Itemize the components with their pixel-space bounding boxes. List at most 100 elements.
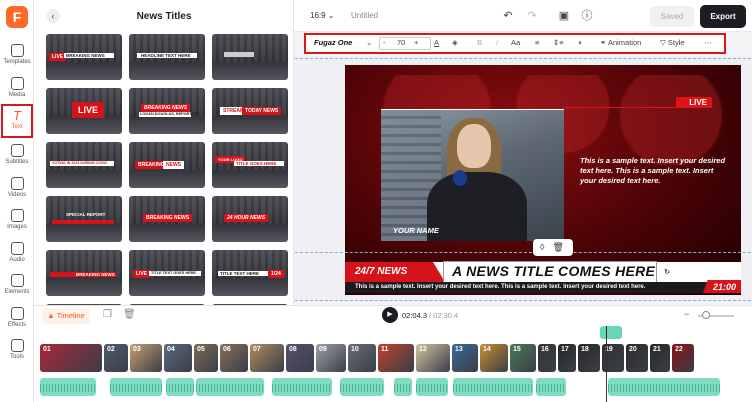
italic-icon[interactable]: I [496, 38, 498, 47]
font-size-value[interactable]: 70 [397, 38, 405, 47]
audio-clip[interactable] [110, 378, 162, 396]
animation-button[interactable]: ⚭ Animation [600, 38, 641, 47]
template-thumb[interactable]: BREAKING NEWS [129, 196, 205, 242]
rotate-icon[interactable]: ↻ [662, 268, 672, 278]
template-thumb[interactable]: YOUR LOGO TITLE GOES HERE [212, 142, 288, 188]
timeline-clip[interactable]: 22 [672, 344, 694, 372]
template-thumb[interactable]: VOTING IN 2023 DURING COVID [46, 142, 122, 188]
timeline-clip[interactable]: 07 [250, 344, 284, 372]
timeline-clip[interactable]: 11 [378, 344, 414, 372]
ticker-text[interactable]: This is a sample text. Insert your desir… [355, 284, 645, 290]
timeline-clip[interactable]: 18 [578, 344, 600, 372]
timeline-clip[interactable]: 17 [558, 344, 576, 372]
audio-clip[interactable] [364, 378, 384, 396]
rail-videos[interactable]: Videos [0, 175, 34, 207]
export-button[interactable]: Export [700, 5, 746, 28]
timeline-clip[interactable]: 21 [650, 344, 670, 372]
template-thumb[interactable]: BREAKING NEWS [46, 250, 122, 296]
template-thumb[interactable]: TITLE TEXT HERE 1/24 [212, 250, 288, 296]
audio-clip[interactable] [166, 378, 194, 396]
audio-clip[interactable] [608, 378, 720, 396]
timeline-clip[interactable]: 03 [130, 344, 162, 372]
plus-button[interactable]: + [414, 38, 418, 47]
timeline-clip[interactable]: 16 [538, 344, 556, 372]
template-thumb[interactable]: LIVE BREAKING NEWS [46, 34, 122, 80]
timeline-clip[interactable]: 12 [416, 344, 450, 372]
playhead[interactable] [606, 326, 607, 402]
timeline-clip[interactable]: 15 [510, 344, 536, 372]
spacing-icon[interactable]: ⇕≡ [553, 38, 564, 47]
trash-icon[interactable]: 🗑 [553, 242, 572, 252]
reporter-name-text[interactable]: YOUR NAME [393, 226, 439, 235]
timeline-clip[interactable]: 06 [220, 344, 248, 372]
timeline-clip[interactable]: 01 [40, 344, 102, 372]
playhead-handle[interactable] [600, 326, 622, 339]
rail-media[interactable]: Media [0, 75, 34, 107]
project-name[interactable]: Untitled [351, 11, 378, 20]
template-thumb[interactable]: LIVE TITLE TEXT GOES HERE [129, 250, 205, 296]
audio-clip[interactable] [196, 378, 264, 396]
zoom-slider-handle[interactable] [702, 311, 710, 319]
template-thumb[interactable] [212, 34, 288, 80]
zoom-out-icon[interactable]: − [684, 309, 689, 319]
timeline-clip[interactable]: 05 [194, 344, 218, 372]
align-icon[interactable]: ≡ [535, 38, 539, 47]
timeline-clip[interactable]: 09 [316, 344, 346, 372]
template-thumb[interactable]: HEADLINE TEXT HERE [129, 34, 205, 80]
audio-clip[interactable] [394, 378, 412, 396]
saved-button[interactable]: Saved [650, 6, 694, 27]
more-icon[interactable]: ⋯ [704, 38, 712, 47]
reporter-image[interactable] [381, 109, 564, 241]
text-color-icon[interactable]: A [434, 38, 439, 47]
rail-elements[interactable]: Elements [0, 272, 34, 304]
timeline-toggle-button[interactable]: ▲ Timeline [42, 308, 90, 324]
play-button[interactable]: ▶ [382, 307, 398, 323]
aspect-ratio-select[interactable]: 16:9 ⌄ [310, 11, 335, 20]
audio-clip[interactable] [272, 378, 332, 396]
layers-icon[interactable]: ◊ [540, 242, 552, 252]
audio-clip[interactable] [536, 378, 566, 396]
rail-effects[interactable]: Effects [0, 305, 34, 337]
style-button[interactable]: ▽ Style [660, 38, 685, 47]
rail-images[interactable]: Images [0, 207, 34, 239]
template-thumb[interactable]: LIVE [46, 88, 122, 134]
selection-box[interactable] [443, 261, 657, 285]
timeline-clip[interactable]: 08 [286, 344, 314, 372]
timeline-clip[interactable]: 02 [104, 344, 128, 372]
rail-subtitles[interactable]: Subtitles [0, 142, 34, 174]
timeline-clip[interactable]: 13 [452, 344, 478, 372]
redo-icon[interactable]: ↷ [525, 9, 539, 23]
screenshot-icon[interactable]: ▣ [557, 9, 571, 23]
template-thumb[interactable]: 24 HOUR NEWS [212, 196, 288, 242]
live-badge[interactable]: LIVE [676, 97, 712, 108]
chevron-down-icon[interactable]: ⌄ [366, 38, 372, 47]
rail-templates[interactable]: Templates [0, 42, 34, 74]
clock-text[interactable]: 21:00 [713, 282, 736, 292]
minus-button[interactable]: - [383, 38, 386, 47]
template-thumb[interactable]: BREAKING NEWS LOGAN DOUGLAS, REPORTER [129, 88, 205, 134]
timeline-clip[interactable]: 14 [480, 344, 508, 372]
audio-clip[interactable] [40, 378, 96, 396]
help-icon[interactable]: ⓘ [580, 9, 594, 23]
bold-icon[interactable]: B [477, 38, 482, 47]
duplicate-icon[interactable]: ❐ [103, 309, 112, 320]
news-tag-text[interactable]: 24/7 NEWS [355, 266, 407, 277]
template-thumb[interactable]: STREAM TODAY NEWS [212, 88, 288, 134]
template-thumb[interactable]: BREAKING NEWS [129, 142, 205, 188]
template-thumb[interactable]: SPECIAL REPORT [46, 196, 122, 242]
undo-icon[interactable]: ↶ [501, 9, 515, 23]
rail-tools[interactable]: Tools [0, 337, 34, 369]
effects-icon[interactable]: ◑ [577, 38, 582, 47]
highlight-icon[interactable]: ◈ [452, 38, 458, 47]
case-icon[interactable]: Aa [511, 38, 520, 47]
timeline-clip[interactable]: 10 [348, 344, 376, 372]
audio-clip[interactable] [416, 378, 448, 396]
sample-text-block[interactable]: This is a sample text. Insert your desir… [580, 156, 730, 186]
font-select[interactable]: Fugaz One [314, 38, 352, 47]
timeline-clip[interactable]: 04 [164, 344, 192, 372]
audio-clip[interactable] [453, 378, 533, 396]
rail-audio[interactable]: Audio [0, 240, 34, 272]
element-quick-tools[interactable]: ◊🗑 [533, 239, 573, 256]
delete-icon[interactable]: 🗑 [123, 309, 136, 320]
timeline-clip[interactable]: 20 [626, 344, 648, 372]
